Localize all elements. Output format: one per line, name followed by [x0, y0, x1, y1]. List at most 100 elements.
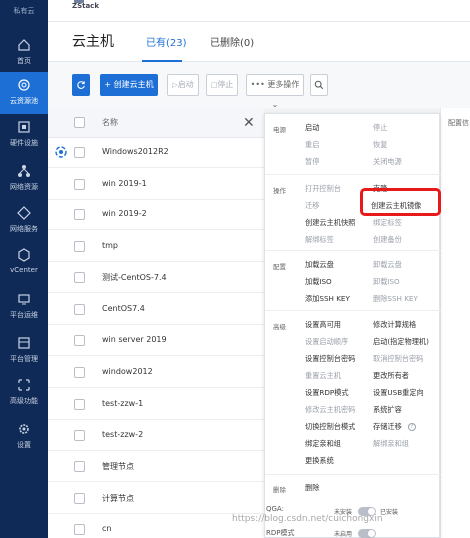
start-button[interactable]: ▷启动	[167, 74, 199, 96]
row-checkbox[interactable]	[74, 147, 85, 158]
op-start[interactable]: 启动	[305, 123, 319, 133]
row-checkbox[interactable]	[74, 179, 85, 190]
table-row[interactable]: 测试-CentOS-7.4	[48, 263, 264, 293]
table-row[interactable]: 计算节点	[48, 484, 264, 514]
row-checkbox[interactable]	[74, 209, 85, 220]
op-attach-iso[interactable]: 加载ISO	[305, 277, 332, 287]
select-all-checkbox[interactable]	[74, 117, 85, 128]
more-actions-button[interactable]: ••• 更多操作 ⌄	[246, 74, 304, 109]
sidebar-item-platform[interactable]: 平台管理	[0, 330, 48, 372]
op-delete[interactable]: 删除	[305, 483, 319, 493]
search-button[interactable]	[310, 74, 328, 96]
row-checkbox[interactable]	[74, 524, 85, 535]
op-detach-volume[interactable]: 卸载云盘	[373, 260, 402, 270]
op-change-vm-password[interactable]: 修改云主机密码	[305, 405, 355, 415]
row-checkbox[interactable]	[74, 304, 85, 315]
op-start-on-host[interactable]: 启动(指定物理机)	[373, 337, 429, 347]
op-switch-console-mode[interactable]: 切换控制台模式	[305, 422, 355, 432]
vm-name[interactable]: 管理节点	[102, 461, 134, 472]
op-unbind-affinity-group[interactable]: 解绑亲和组	[373, 439, 409, 449]
rdp-mode-toggle[interactable]	[358, 529, 376, 538]
op-migrate[interactable]: 迁移	[305, 201, 319, 211]
sidebar-item-ops[interactable]: 平台运维	[0, 286, 48, 328]
row-checkbox[interactable]	[74, 367, 85, 378]
op-reboot[interactable]: 重启	[305, 140, 319, 150]
op-reset-vm[interactable]: 重置云主机	[305, 371, 341, 381]
vm-name[interactable]: tmp	[102, 241, 118, 250]
sidebar-item-advanced[interactable]: 高级功能	[0, 372, 48, 414]
op-expand-system[interactable]: 系统扩容	[373, 405, 402, 415]
op-set-usb-redirect[interactable]: 设置USB重定向	[373, 388, 424, 398]
vm-name[interactable]: 计算节点	[102, 493, 134, 504]
table-row[interactable]: test-zzw-1	[48, 390, 264, 420]
op-resume[interactable]: 恢复	[373, 140, 387, 150]
op-bind-affinity-group[interactable]: 绑定亲和组	[305, 439, 341, 449]
sidebar-item-network-resource[interactable]: 网络资源	[0, 158, 48, 200]
op-set-boot-order[interactable]: 设置启动顺序	[305, 337, 348, 347]
vm-name[interactable]: cn	[102, 524, 111, 533]
op-change-owner[interactable]: 更改所有者	[373, 371, 409, 381]
table-row[interactable]: test-zzw-2	[48, 421, 264, 451]
row-checkbox[interactable]	[74, 272, 85, 283]
table-row[interactable]: CentOS7.4	[48, 295, 264, 325]
op-add-ssh-key[interactable]: 添加SSH KEY	[305, 294, 350, 304]
vm-name[interactable]: win server 2019	[102, 335, 167, 344]
sidebar-item-settings[interactable]: 设置	[0, 416, 48, 458]
row-checkbox[interactable]	[74, 335, 85, 346]
operations-panel: 电源 启动 重启 暂停 停止 恢复 关闭电源 操作 打开控制台 迁移 创建云主机…	[264, 113, 441, 538]
table-row[interactable]: win server 2019	[48, 326, 264, 356]
op-change-os[interactable]: 更换系统	[305, 456, 334, 466]
vm-name[interactable]: win 2019-2	[102, 209, 147, 218]
op-attach-volume[interactable]: 加载云盘	[305, 260, 334, 270]
vm-name[interactable]: win 2019-1	[102, 179, 147, 188]
op-change-compute-spec[interactable]: 修改计算规格	[373, 320, 416, 330]
vm-name[interactable]: test-zzw-1	[102, 399, 143, 408]
row-checkbox[interactable]	[74, 461, 85, 472]
sidebar-item-vcenter[interactable]: vCenter	[0, 242, 48, 284]
table-row[interactable]: window2012	[48, 358, 264, 388]
vm-name[interactable]: window2012	[102, 367, 153, 376]
help-icon[interactable]: ?	[408, 423, 416, 431]
row-checkbox[interactable]	[74, 241, 85, 252]
op-bind-tag[interactable]: 绑定标签	[373, 218, 402, 228]
op-power-off[interactable]: 关闭电源	[373, 157, 402, 167]
sidebar-item-home[interactable]: 首页	[0, 32, 48, 74]
page-header: 云主机 已有(23) 已删除(0)	[48, 22, 470, 62]
table-row[interactable]: 管理节点	[48, 452, 264, 482]
op-storage-migration[interactable]: 存储迁移	[373, 422, 402, 432]
vm-name[interactable]: Windows2012R2	[102, 147, 169, 156]
op-detach-iso[interactable]: 卸载ISO	[373, 277, 400, 287]
row-checkbox[interactable]	[74, 399, 85, 410]
op-set-ha[interactable]: 设置高可用	[305, 320, 341, 330]
network-resource-icon	[17, 164, 31, 178]
op-set-console-password[interactable]: 设置控制台密码	[305, 354, 355, 364]
op-unbind-tag[interactable]: 解绑标签	[305, 235, 334, 245]
op-delete-ssh-key[interactable]: 删除SSH KEY	[373, 294, 418, 304]
op-pause[interactable]: 暂停	[305, 157, 319, 167]
op-stop[interactable]: 停止	[373, 123, 387, 133]
refresh-button[interactable]	[72, 74, 90, 96]
stop-button[interactable]: □停止	[206, 74, 238, 96]
table-row[interactable]: win 2019-1	[48, 170, 264, 200]
row-checkbox[interactable]	[74, 430, 85, 441]
sidebar-item-network-service[interactable]: 网络服务	[0, 200, 48, 242]
sidebar-item-hardware[interactable]: 硬件设施	[0, 114, 48, 156]
vm-name[interactable]: test-zzw-2	[102, 430, 143, 439]
sidebar-item-cloud-pool[interactable]: 云资源池	[0, 72, 48, 114]
create-vm-button[interactable]: + 创建云主机	[100, 74, 158, 96]
op-create-snapshot[interactable]: 创建云主机快照	[305, 218, 355, 228]
table-row[interactable]: tmp	[48, 232, 264, 262]
op-set-rdp-mode[interactable]: 设置RDP模式	[305, 388, 349, 398]
tab-deleted[interactable]: 已删除(0)	[210, 34, 254, 49]
op-create-backup[interactable]: 创建备份	[373, 235, 402, 245]
close-icon[interactable]: ✕	[243, 115, 255, 131]
table-row[interactable]: Windows2012R2	[48, 138, 264, 168]
op-cancel-console-password[interactable]: 取消控制台密码	[373, 354, 423, 364]
op-open-console[interactable]: 打开控制台	[305, 184, 341, 194]
row-checkbox[interactable]	[74, 493, 85, 504]
highlight-annotation	[360, 188, 441, 216]
vm-name[interactable]: 测试-CentOS-7.4	[102, 272, 167, 283]
vm-name[interactable]: CentOS7.4	[102, 304, 145, 313]
tab-existing[interactable]: 已有(23)	[146, 34, 187, 49]
table-row[interactable]: win 2019-2	[48, 200, 264, 230]
